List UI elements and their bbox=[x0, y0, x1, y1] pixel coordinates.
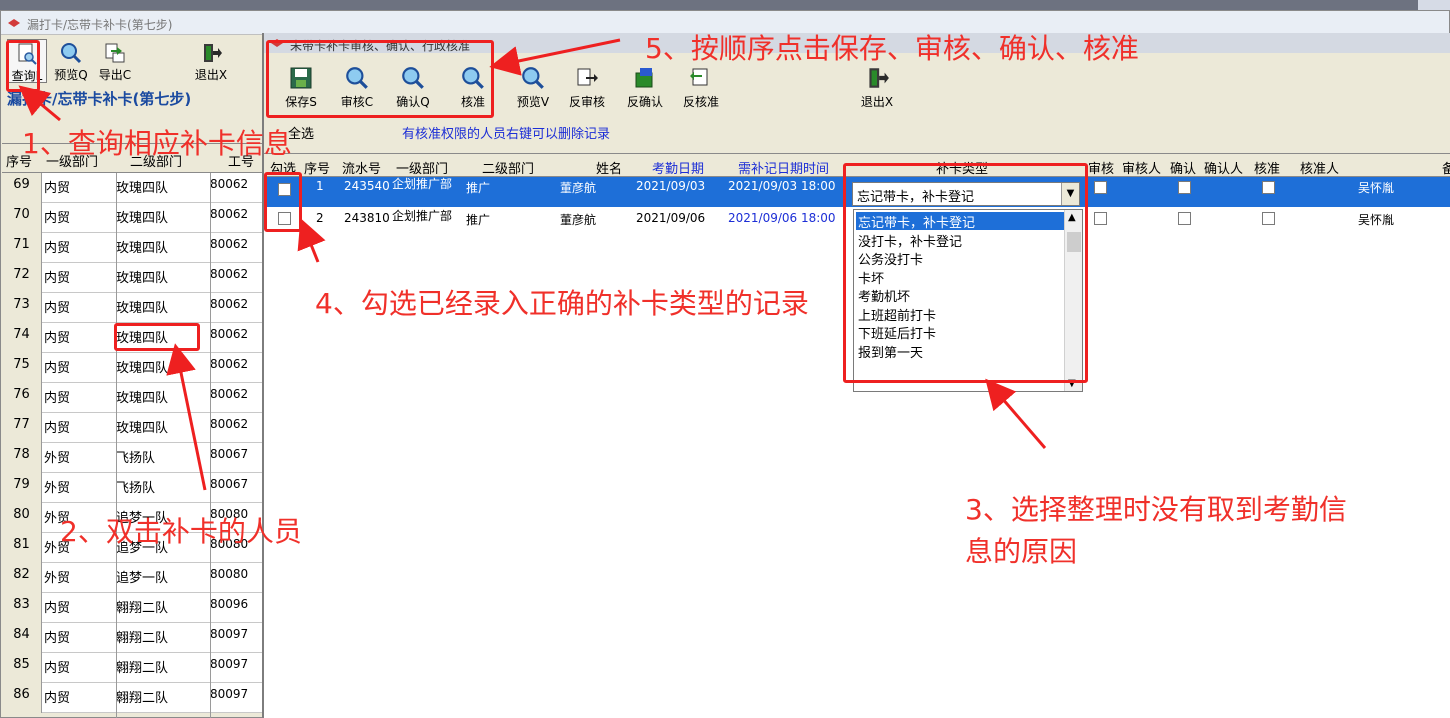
arrow-step3 bbox=[985, 378, 1047, 449]
arrow-step2 bbox=[166, 343, 207, 491]
arrow-step4 bbox=[297, 218, 326, 263]
arrow-step1 bbox=[18, 85, 61, 122]
arrow-step5 bbox=[489, 38, 621, 76]
annotation-arrows bbox=[18, 38, 1047, 491]
